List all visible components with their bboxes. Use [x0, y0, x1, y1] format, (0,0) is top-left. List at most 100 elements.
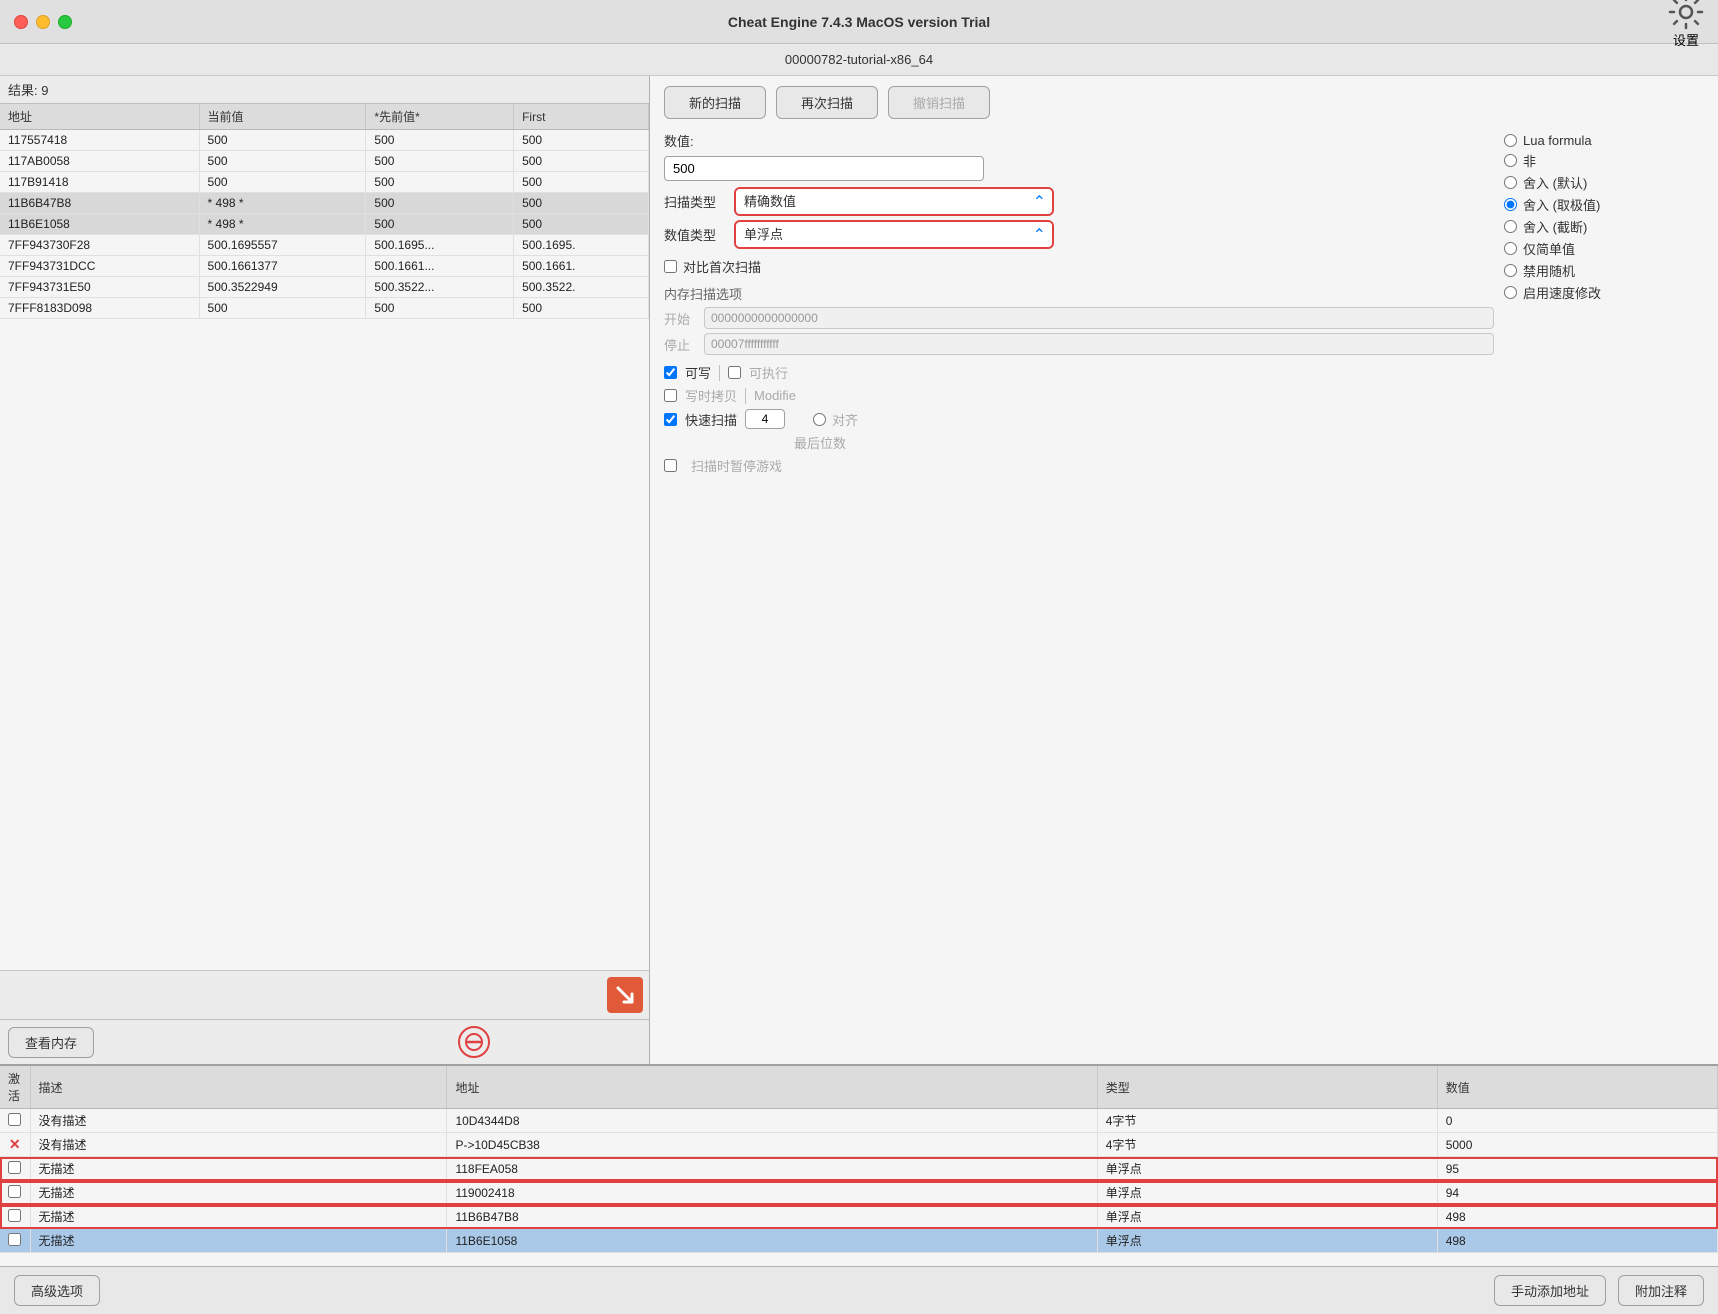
- radio-label-round_extreme: 舍入 (取极值): [1523, 195, 1600, 214]
- value-type-wrapper: 单浮点 ⌃: [734, 220, 1054, 249]
- cheat-row-checkbox[interactable]: [8, 1113, 21, 1126]
- new-scan-button[interactable]: 新的扫描: [664, 86, 766, 119]
- upper-section: 结果: 9 地址 当前值 *先前值* First 117557418500500…: [0, 76, 1718, 1064]
- cheat-row[interactable]: 无描述11B6B47B8单浮点498: [0, 1205, 1718, 1229]
- compare-first-checkbox[interactable]: [664, 260, 677, 273]
- col-prev: *先前值*: [366, 104, 514, 130]
- scan-type-row: 扫描类型 精确数值 ⌃: [664, 187, 1494, 216]
- title-bar: Cheat Engine 7.4.3 MacOS version Trial 设…: [0, 0, 1718, 44]
- radio-label-lua: Lua formula: [1523, 133, 1592, 148]
- cheat-row[interactable]: 没有描述10D4344D84字节0: [0, 1109, 1718, 1133]
- radio-not[interactable]: [1504, 154, 1517, 167]
- col-active: 激活: [0, 1066, 30, 1109]
- cheat-table: 激活 描述 地址 类型 数值 没有描述10D4344D84字节0✕没有描述P->…: [0, 1066, 1718, 1253]
- writable-label: 可写: [685, 363, 711, 382]
- results-count: 结果: 9: [0, 76, 649, 104]
- scan-row[interactable]: 117AB0058500500500: [0, 151, 649, 172]
- add-address-button[interactable]: 手动添加地址: [1494, 1275, 1606, 1306]
- radio-option-no_random: 禁用随机: [1504, 261, 1704, 280]
- col-addr: 地址: [447, 1066, 1097, 1109]
- value-input[interactable]: [664, 156, 984, 181]
- radio-label-speed: 启用速度修改: [1523, 283, 1601, 302]
- cheat-row-checkbox[interactable]: [8, 1161, 21, 1174]
- cheat-row[interactable]: 无描述118FEA058单浮点95: [0, 1157, 1718, 1181]
- writable-row: 可写 可执行: [664, 363, 1494, 382]
- right-options-col: Lua formula非舍入 (默认)舍入 (取极值)舍入 (截断)仅简单值禁用…: [1504, 131, 1704, 475]
- scan-row[interactable]: 7FF943730F28500.1695557500.1695...500.16…: [0, 235, 649, 256]
- stop-address-input[interactable]: [704, 333, 1494, 355]
- radio-label-simple: 仅简单值: [1523, 239, 1575, 258]
- col-desc: 描述: [30, 1066, 447, 1109]
- stop-address-row: 停止: [664, 333, 1494, 355]
- pause-row: 扫描时暂停游戏: [664, 456, 1494, 475]
- modified-label: Modifie: [754, 388, 796, 403]
- writable-checkbox[interactable]: [664, 366, 677, 379]
- process-name: 00000782-tutorial-x86_64: [785, 52, 933, 67]
- cheat-row[interactable]: ✕没有描述P->10D45CB384字节5000: [0, 1133, 1718, 1157]
- radio-lua[interactable]: [1504, 134, 1517, 147]
- scan-row[interactable]: 7FFF8183D098500500500: [0, 298, 649, 319]
- radio-speed[interactable]: [1504, 286, 1517, 299]
- cheat-row[interactable]: 无描述119002418单浮点94: [0, 1181, 1718, 1205]
- col-address: 地址: [0, 104, 199, 130]
- scan-row[interactable]: 11B6E1058* 498 *500500: [0, 214, 649, 235]
- scan-row[interactable]: 7FF943731DCC500.1661377500.1661...500.16…: [0, 256, 649, 277]
- value-type-row: 数值类型 单浮点 ⌃: [664, 220, 1494, 249]
- scan-results-table: 地址 当前值 *先前值* First 117557418500500500117…: [0, 104, 649, 970]
- close-button[interactable]: [14, 15, 28, 29]
- start-address-input[interactable]: [704, 307, 1494, 329]
- start-label: 开始: [664, 309, 704, 328]
- memory-scan-title: 内存扫描选项: [664, 284, 1494, 303]
- copy-on-write-label: 写时拷贝: [685, 386, 737, 405]
- executable-checkbox[interactable]: [728, 366, 741, 379]
- annotation-button[interactable]: 附加注释: [1618, 1275, 1704, 1306]
- radio-simple[interactable]: [1504, 242, 1517, 255]
- scan-row[interactable]: 7FF943731E50500.3522949500.3522...500.35…: [0, 277, 649, 298]
- traffic-lights: [14, 15, 72, 29]
- radio-round_truncate[interactable]: [1504, 220, 1517, 233]
- value-type-select[interactable]: 单浮点: [736, 222, 1052, 247]
- memory-scan-section: 内存扫描选项 开始 停止: [664, 284, 1494, 355]
- advanced-button[interactable]: 高级选项: [14, 1275, 100, 1306]
- radio-option-lua: Lua formula: [1504, 133, 1704, 148]
- copy-on-write-checkbox[interactable]: [664, 389, 677, 402]
- view-memory-button[interactable]: 查看内存: [8, 1027, 94, 1058]
- settings-button[interactable]: 设置: [1668, 0, 1704, 49]
- maximize-button[interactable]: [58, 15, 72, 29]
- undo-scan-button[interactable]: 撤销扫描: [888, 86, 990, 119]
- align-radio[interactable]: [813, 413, 826, 426]
- radio-no_random[interactable]: [1504, 264, 1517, 277]
- quick-scan-checkbox[interactable]: [664, 413, 677, 426]
- left-bottom-toolbar: 查看内存: [0, 1019, 649, 1064]
- start-address-row: 开始: [664, 307, 1494, 329]
- quick-scan-value-input[interactable]: [745, 409, 785, 429]
- quick-scan-row: 快速扫描 对齐: [664, 409, 1494, 429]
- cheat-row[interactable]: 无描述11B6E1058单浮点498: [0, 1229, 1718, 1253]
- window-title: Cheat Engine 7.4.3 MacOS version Trial: [728, 14, 990, 30]
- next-scan-button[interactable]: 再次扫描: [776, 86, 878, 119]
- col-current: 当前值: [199, 104, 366, 130]
- col-type: 类型: [1097, 1066, 1437, 1109]
- radio-option-round_extreme: 舍入 (取极值): [1504, 195, 1704, 214]
- left-options-col: 数值: 扫描类型 精确数值 ⌃: [664, 131, 1494, 475]
- scan-row[interactable]: 117B91418500500500: [0, 172, 649, 193]
- right-options-container: 数值: 扫描类型 精确数值 ⌃: [664, 131, 1704, 475]
- pause-checkbox[interactable]: [664, 459, 677, 472]
- compare-first-label: 对比首次扫描: [683, 257, 761, 276]
- copy-on-write-row: 写时拷贝 Modifie: [664, 386, 1494, 405]
- radio-round_extreme[interactable]: [1504, 198, 1517, 211]
- scan-row[interactable]: 117557418500500500: [0, 130, 649, 151]
- minimize-button[interactable]: [36, 15, 50, 29]
- scan-type-select[interactable]: 精确数值: [736, 189, 1052, 214]
- radio-round_default[interactable]: [1504, 176, 1517, 189]
- scan-buttons: 新的扫描 再次扫描 撤销扫描: [664, 86, 1704, 119]
- cheat-row-checkbox[interactable]: [8, 1233, 21, 1246]
- add-to-table-button[interactable]: [607, 977, 643, 1013]
- delete-button[interactable]: [458, 1026, 490, 1058]
- scan-row[interactable]: 11B6B47B8* 498 *500500: [0, 193, 649, 214]
- cheat-row-checkbox[interactable]: [8, 1209, 21, 1222]
- settings-label: 设置: [1673, 30, 1699, 49]
- quick-scan-label: 快速扫描: [685, 410, 737, 429]
- cheat-row-checkbox[interactable]: [8, 1185, 21, 1198]
- col-value: 数值: [1437, 1066, 1717, 1109]
